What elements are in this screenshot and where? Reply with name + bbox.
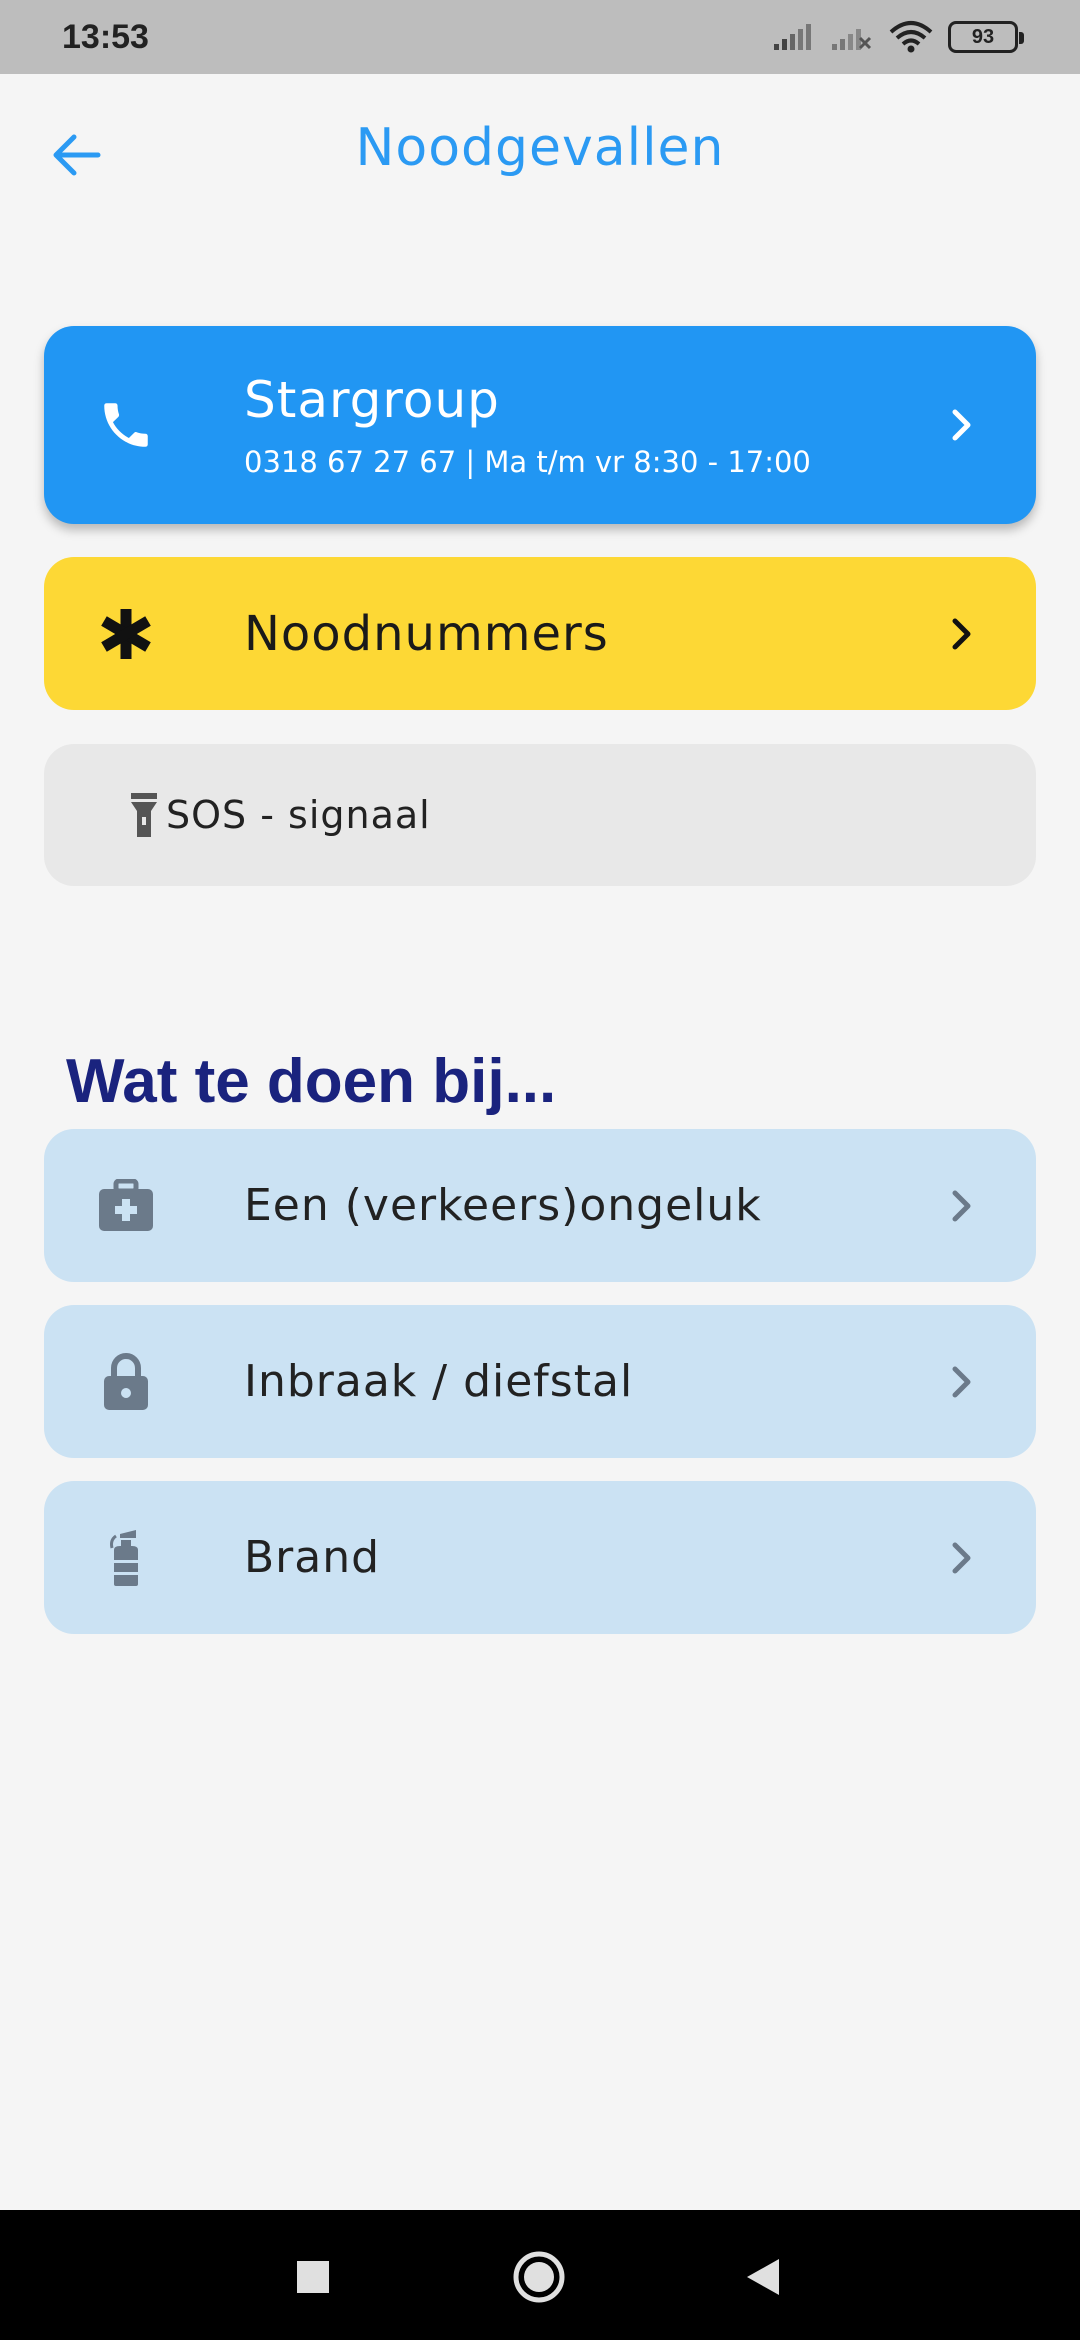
battery-icon: 93 xyxy=(948,21,1024,53)
asterisk-icon xyxy=(94,602,158,666)
chevron-right-icon xyxy=(942,1186,982,1226)
status-time: 13:53 xyxy=(62,17,149,56)
fire-label: Brand xyxy=(244,1532,381,1583)
chevron-right-icon xyxy=(942,1362,982,1402)
status-icons: 93 xyxy=(772,20,1024,54)
stargroup-text: Stargroup 0318 67 27 67 | Ma t/m vr 8:30… xyxy=(244,371,811,479)
fire-card[interactable]: Brand xyxy=(44,1481,1036,1634)
app-bar: Noodgevallen xyxy=(0,74,1080,230)
signal-off-icon xyxy=(832,29,872,50)
phone-icon xyxy=(94,393,158,457)
sos-label: SOS - signaal xyxy=(166,793,431,837)
accident-label: Een (verkeers)ongeluk xyxy=(244,1180,762,1231)
stargroup-title: Stargroup xyxy=(244,371,500,429)
burglary-card[interactable]: Inbraak / diefstal xyxy=(44,1305,1036,1458)
chevron-right-icon xyxy=(942,614,982,654)
section-title: Wat te doen bij... xyxy=(66,1047,557,1116)
chevron-right-icon xyxy=(942,405,982,445)
noodnummers-title: Noodnummers xyxy=(244,605,609,662)
noodnummers-text: Noodnummers xyxy=(244,606,609,662)
page-title: Noodgevallen xyxy=(355,118,725,178)
status-bar: 13:53 93 xyxy=(0,0,1080,74)
noodnummers-card[interactable]: Noodnummers xyxy=(44,557,1036,710)
burglary-label: Inbraak / diefstal xyxy=(244,1356,634,1407)
navigation-bar xyxy=(0,2210,1080,2340)
first-aid-kit-icon xyxy=(94,1174,158,1238)
stargroup-subtitle: 0318 67 27 67 | Ma t/m vr 8:30 - 17:00 xyxy=(244,445,811,479)
back-icon xyxy=(747,2259,779,2295)
accident-card[interactable]: Een (verkeers)ongeluk xyxy=(44,1129,1036,1282)
chevron-right-icon xyxy=(942,1538,982,1578)
lock-icon xyxy=(94,1350,158,1414)
home-button[interactable] xyxy=(512,2250,566,2304)
back-nav-button[interactable] xyxy=(736,2250,790,2304)
sos-signal-card[interactable]: SOS - signaal xyxy=(44,744,1036,886)
stargroup-card[interactable]: Stargroup 0318 67 27 67 | Ma t/m vr 8:30… xyxy=(44,326,1036,524)
wifi-icon xyxy=(889,21,933,53)
recent-apps-button[interactable] xyxy=(286,2250,340,2304)
signal-icon xyxy=(774,24,811,50)
flashlight-icon xyxy=(124,783,164,847)
fire-extinguisher-icon xyxy=(94,1526,158,1590)
home-icon xyxy=(513,2251,565,2303)
battery-level: 93 xyxy=(971,25,995,48)
recent-apps-icon xyxy=(297,2261,329,2293)
